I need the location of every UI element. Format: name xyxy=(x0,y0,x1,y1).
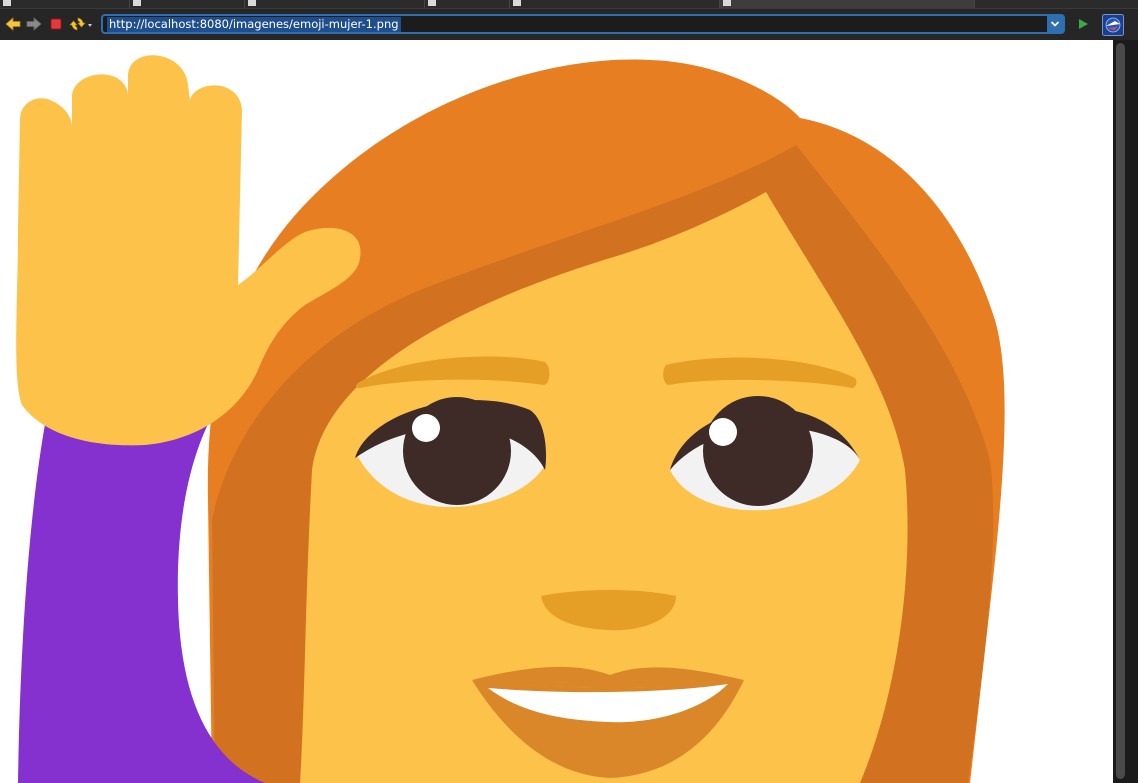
page-icon xyxy=(3,0,11,6)
arrow-right-icon xyxy=(26,17,42,31)
stop-button[interactable] xyxy=(47,15,65,33)
vertical-scrollbar[interactable] xyxy=(1113,40,1138,783)
address-bar[interactable]: http://localhost:8080/imagenes/emoji-muj… xyxy=(101,14,1065,34)
navigator-icon xyxy=(1102,14,1124,36)
back-button[interactable] xyxy=(4,15,22,33)
browser-window: http://localhost:8080/imagenes/emoji-muj… xyxy=(0,0,1138,783)
go-button[interactable] xyxy=(1074,15,1092,33)
tab[interactable] xyxy=(0,0,130,8)
address-bar-url[interactable]: http://localhost:8080/imagenes/emoji-muj… xyxy=(107,16,401,32)
page-icon xyxy=(248,0,256,6)
tab-active[interactable] xyxy=(720,0,975,8)
page-icon xyxy=(428,0,436,6)
tab-strip xyxy=(0,0,1138,9)
right-iris xyxy=(703,396,813,506)
woman-raising-hand-emoji xyxy=(0,40,1113,783)
left-eye-highlight xyxy=(412,414,440,442)
page-icon xyxy=(133,0,141,6)
page-icon xyxy=(513,0,521,6)
navigator-button[interactable] xyxy=(1102,14,1124,36)
scrollbar-thumb[interactable] xyxy=(1116,43,1125,779)
right-eye-highlight xyxy=(709,418,737,446)
stop-icon xyxy=(50,18,62,30)
forward-button[interactable] xyxy=(25,15,43,33)
arrow-left-icon xyxy=(5,17,21,31)
page-icon xyxy=(723,0,731,6)
url-history-dropdown[interactable] xyxy=(1047,16,1063,32)
image-viewport xyxy=(0,40,1113,783)
tab[interactable] xyxy=(245,0,425,8)
refresh-button[interactable] xyxy=(68,15,94,33)
navigation-toolbar: http://localhost:8080/imagenes/emoji-muj… xyxy=(0,9,1138,40)
left-iris xyxy=(403,397,511,505)
refresh-icon xyxy=(69,17,92,31)
tab[interactable] xyxy=(425,0,510,8)
play-icon xyxy=(1079,19,1088,29)
tab[interactable] xyxy=(510,0,720,8)
chevron-down-icon xyxy=(1050,21,1060,27)
tab[interactable] xyxy=(130,0,245,8)
